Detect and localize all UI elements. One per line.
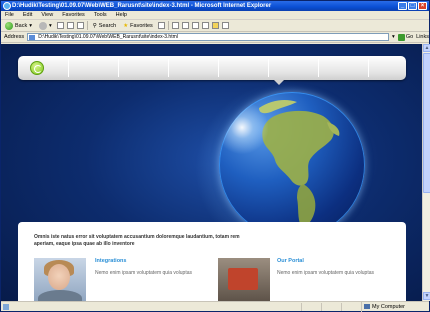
status-cell-divider bbox=[321, 303, 322, 311]
search-button[interactable]: ⚲ Search bbox=[91, 21, 118, 31]
stop-icon[interactable] bbox=[56, 22, 64, 29]
search-icon: ⚲ bbox=[92, 22, 97, 29]
edit-icon[interactable] bbox=[191, 22, 199, 29]
toolbar-separator bbox=[86, 21, 88, 30]
scroll-thumb[interactable] bbox=[423, 53, 430, 193]
nav-item-6[interactable] bbox=[319, 56, 367, 80]
links-label[interactable]: Links bbox=[416, 34, 429, 40]
photo-shoulders bbox=[38, 290, 82, 301]
browser-window: D:\Hudik\Testing\01.09.07\Web\WEB_Rarusn… bbox=[0, 0, 430, 312]
menu-file[interactable]: File bbox=[5, 12, 14, 18]
content-panel: Omnis iste natus error sit voluptatem ac… bbox=[18, 222, 406, 301]
title-bar: D:\Hudik\Testing\01.09.07\Web\WEB_Rarusn… bbox=[1, 1, 429, 11]
menu-tools[interactable]: Tools bbox=[94, 12, 107, 18]
close-button[interactable]: × bbox=[418, 2, 427, 10]
status-bar: My Computer bbox=[1, 301, 429, 312]
discuss-icon[interactable] bbox=[201, 22, 209, 29]
star-icon: ★ bbox=[123, 22, 129, 29]
folder-icon[interactable] bbox=[211, 22, 219, 29]
dropdown-arrow-icon: ▾ bbox=[29, 22, 32, 29]
back-label: Back bbox=[15, 22, 28, 29]
integrations-photo bbox=[34, 258, 86, 301]
integrations-link[interactable]: Integrations bbox=[95, 258, 126, 264]
maximize-button[interactable]: □ bbox=[408, 2, 417, 10]
status-cell-divider bbox=[341, 303, 342, 311]
print-icon[interactable] bbox=[181, 22, 189, 29]
our-portal-link[interactable]: Our Portal bbox=[277, 258, 304, 264]
window-controls: _ □ × bbox=[398, 2, 427, 10]
computer-icon bbox=[364, 304, 370, 309]
menu-bar: File Edit View Favorites Tools Help bbox=[1, 11, 429, 20]
toolbar-separator bbox=[167, 21, 169, 30]
globe-highlight bbox=[219, 100, 277, 155]
status-cell-divider bbox=[301, 303, 302, 311]
portal-photo bbox=[218, 258, 270, 301]
go-arrow-icon bbox=[397, 33, 405, 41]
history-icon[interactable] bbox=[157, 22, 165, 29]
dropdown-arrow-icon: ▾ bbox=[49, 22, 52, 29]
forward-button[interactable]: ▾ bbox=[37, 21, 54, 31]
go-button[interactable]: Go bbox=[397, 33, 414, 41]
mail-icon[interactable] bbox=[171, 22, 179, 29]
address-bar: Address D:\Hudik\Testing\01.09.07\Web\WE… bbox=[1, 32, 429, 43]
back-button[interactable]: Back ▾ bbox=[3, 21, 34, 31]
menu-view[interactable]: View bbox=[41, 12, 53, 18]
window-title: D:\Hudik\Testing\01.09.07\Web\WEB_Rarusn… bbox=[12, 3, 272, 9]
zone-label: My Computer bbox=[372, 304, 406, 310]
address-value: D:\Hudik\Testing\01.09.07\Web\WEB_Rarusn… bbox=[38, 34, 178, 40]
nav-active-pointer-icon bbox=[274, 80, 284, 85]
nav-item-2[interactable] bbox=[119, 56, 167, 80]
go-label: Go bbox=[405, 34, 414, 40]
minimize-button[interactable]: _ bbox=[398, 2, 407, 10]
toolbar: Back ▾ ▾ ⚲ Search ★ Favorites bbox=[1, 20, 429, 32]
back-arrow-icon bbox=[5, 21, 13, 30]
vertical-scrollbar[interactable]: ▲ ▼ bbox=[422, 44, 430, 301]
site-nav bbox=[18, 56, 406, 85]
integrations-text: Nemo enim ipsam voluptatem quia voluptas bbox=[95, 270, 192, 276]
address-input[interactable]: D:\Hudik\Testing\01.09.07\Web\WEB_Rarusn… bbox=[27, 33, 390, 41]
nav-item-1[interactable] bbox=[69, 56, 117, 80]
nav-item-3[interactable] bbox=[169, 56, 217, 80]
nav-divider bbox=[368, 59, 369, 77]
search-label: Search bbox=[98, 22, 117, 29]
page-done-icon bbox=[3, 304, 9, 310]
menu-favorites[interactable]: Favorites bbox=[62, 12, 85, 18]
address-dropdown-icon[interactable]: ▾ bbox=[392, 34, 395, 40]
ie-icon bbox=[3, 2, 11, 10]
intro-text: Omnis iste natus error sit voluptatem ac… bbox=[34, 234, 240, 247]
favorites-button[interactable]: ★ Favorites bbox=[121, 21, 155, 31]
scroll-up-arrow-icon[interactable]: ▲ bbox=[423, 44, 430, 52]
home-icon[interactable] bbox=[76, 22, 84, 29]
nav-item-5-active[interactable] bbox=[269, 56, 317, 80]
messenger-icon[interactable] bbox=[221, 22, 229, 29]
photo-object bbox=[228, 268, 258, 290]
refresh-icon[interactable] bbox=[66, 22, 74, 29]
page-viewport: Omnis iste natus error sit voluptatem ac… bbox=[1, 44, 422, 301]
globe-image bbox=[219, 92, 365, 238]
address-label: Address bbox=[4, 34, 25, 40]
site-logo[interactable] bbox=[30, 61, 44, 75]
scroll-down-arrow-icon[interactable]: ▼ bbox=[423, 292, 430, 300]
menu-edit[interactable]: Edit bbox=[23, 12, 32, 18]
nav-item-4[interactable] bbox=[219, 56, 267, 80]
security-zone: My Computer bbox=[361, 302, 429, 312]
favorites-label: Favorites bbox=[130, 22, 153, 29]
forward-arrow-icon bbox=[39, 21, 47, 30]
photo-face bbox=[48, 264, 70, 290]
menu-help[interactable]: Help bbox=[116, 12, 127, 18]
our-portal-text: Nemo enim ipsam voluptatem quia voluptas bbox=[277, 270, 374, 276]
page-icon bbox=[29, 35, 36, 40]
